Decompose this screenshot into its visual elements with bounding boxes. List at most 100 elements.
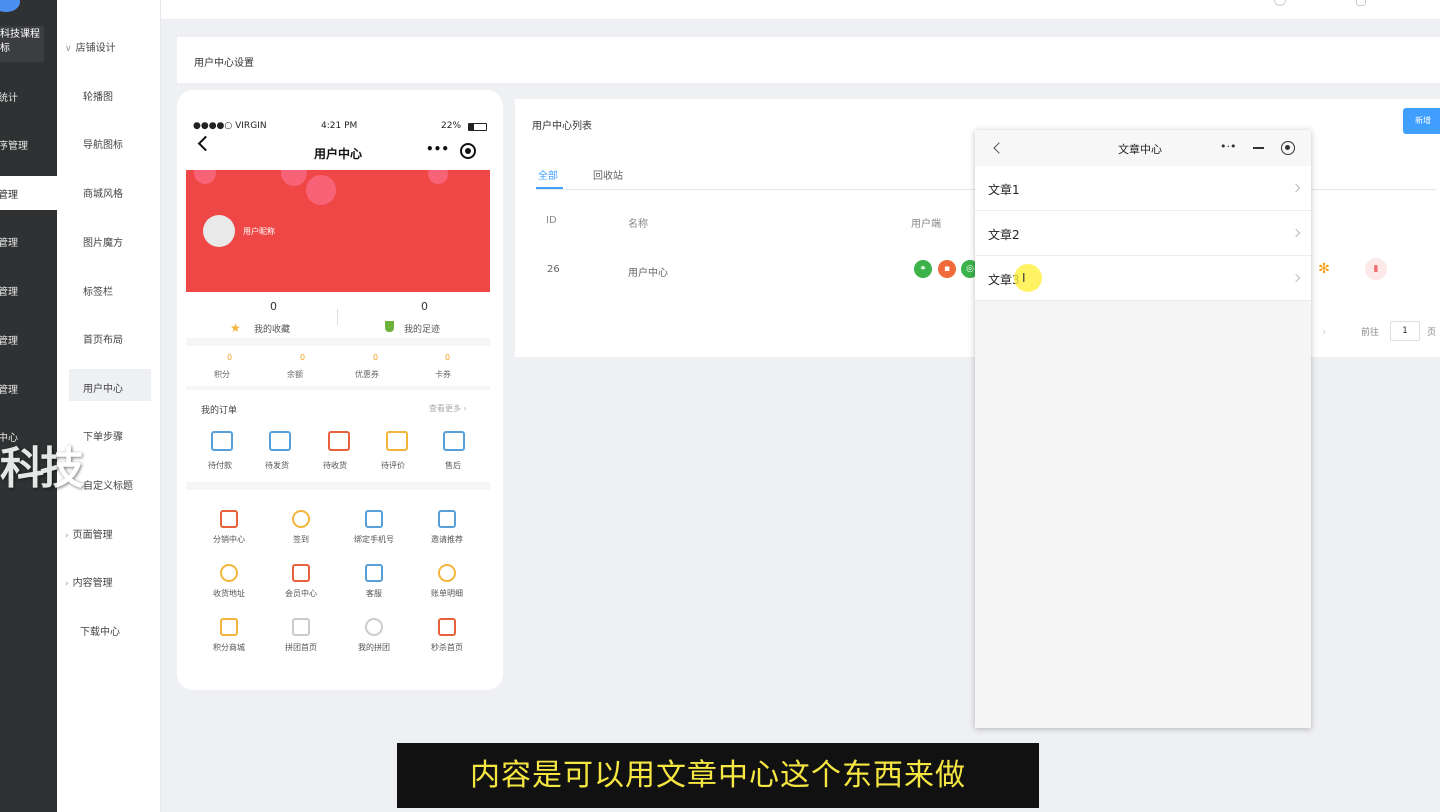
top-header <box>161 0 1440 20</box>
back-icon[interactable] <box>197 135 214 152</box>
trash-icon[interactable]: ▮ <box>1365 258 1387 280</box>
service-grid-label[interactable]: 客服 <box>366 588 382 599</box>
asset-coupon-label[interactable]: 优惠券 <box>355 369 379 380</box>
service-grid-label[interactable]: 分销中心 <box>213 534 245 545</box>
sidebar-item-manage-4[interactable]: 管理 <box>0 381 18 396</box>
section-divider <box>186 338 490 346</box>
tab-all[interactable]: 全部 <box>538 167 558 182</box>
menu-item-tabbar[interactable]: 标签栏 <box>83 283 113 298</box>
popup-header: 文章中心 •·• <box>975 130 1311 166</box>
menu-item-download[interactable]: 下载中心 <box>80 623 120 638</box>
sidebar-item-manage-1[interactable]: 管理 <box>0 234 18 249</box>
menu-item-image-cube[interactable]: 图片魔方 <box>83 234 123 249</box>
order-after-sale[interactable]: 售后 <box>445 460 461 471</box>
service-grid-label[interactable]: 秒杀首页 <box>431 642 463 653</box>
service-grid-label[interactable]: 邀请推荐 <box>431 534 463 545</box>
article-item[interactable]: 文章1 <box>975 166 1311 211</box>
delete-icon[interactable]: ▪ <box>938 260 956 278</box>
orders-more-link[interactable]: 查看更多 › <box>429 403 467 414</box>
service-grid-label[interactable]: 签到 <box>293 534 309 545</box>
menu-item-user-center[interactable]: 用户中心 <box>83 380 123 395</box>
menu-item-custom-title[interactable]: 自定义标题 <box>83 477 133 492</box>
sidebar-item-active-label: 管理 <box>0 190 18 201</box>
back-icon[interactable] <box>993 142 1005 154</box>
more-icon[interactable]: •·• <box>1220 140 1236 153</box>
secondary-menu: ∨ 店铺设计 轮播图 导航图标 商城风格 图片魔方 标签栏 首页布局 用户中心 下… <box>57 0 161 812</box>
service-grid-label[interactable]: 收货地址 <box>213 588 245 599</box>
sidebar-item-active[interactable]: 管理 <box>0 176 57 210</box>
next-page-icon[interactable]: › <box>1322 325 1326 338</box>
menu-group-content[interactable]: › 内容管理 <box>65 574 113 589</box>
section-divider <box>186 482 490 490</box>
order-pending-receive[interactable]: 待收货 <box>323 460 347 471</box>
stat-divider <box>337 309 338 325</box>
avatar[interactable] <box>203 215 235 247</box>
menu-item-order-steps[interactable]: 下单步骤 <box>83 428 123 443</box>
close-capsule-icon[interactable] <box>460 143 476 159</box>
order-pending-review[interactable]: 待评价 <box>381 460 405 471</box>
menu-group-page[interactable]: › 页面管理 <box>65 526 113 541</box>
row-name: 用户中心 <box>628 268 668 279</box>
col-id-header: ID <box>546 215 557 226</box>
sidebar-item-manage-3[interactable]: 管理 <box>0 332 18 347</box>
group-icon <box>365 618 383 636</box>
text-cursor-icon: I <box>1022 271 1026 285</box>
new-button[interactable]: 新增 <box>1403 108 1440 134</box>
truck-icon <box>328 431 350 451</box>
asset-coupon-num: 0 <box>373 353 379 362</box>
menu-item-nav-icons[interactable]: 导航图标 <box>83 136 123 151</box>
service-grid-label[interactable]: 账单明细 <box>431 588 463 599</box>
service-grid-label[interactable]: 积分商城 <box>213 642 245 653</box>
banner-bubble <box>281 170 307 186</box>
article-item-title: 文章1 <box>988 183 1020 197</box>
asset-card-num: 0 <box>445 353 451 362</box>
tab-active-indicator <box>536 187 563 189</box>
group-icon <box>292 618 310 636</box>
menu-group-page-label: 页面管理 <box>72 530 113 541</box>
location-icon <box>220 564 238 582</box>
asset-balance-label[interactable]: 余额 <box>287 369 303 380</box>
tab-recycle-bin[interactable]: 回收站 <box>593 167 623 182</box>
gear-icon[interactable]: ✻ <box>1315 260 1333 278</box>
footprint-label[interactable]: 我的足迹 <box>404 322 440 335</box>
chevron-down-icon: ∨ <box>65 44 72 54</box>
wallet-icon <box>211 431 233 451</box>
favorites-label[interactable]: 我的收藏 <box>254 322 290 335</box>
brand-block: 科技课程 标 <box>0 26 44 62</box>
menu-group-store[interactable]: ∨ 店铺设计 <box>65 39 116 54</box>
menu-item-carousel[interactable]: 轮播图 <box>83 88 113 103</box>
menu-group-store-label: 店铺设计 <box>75 43 116 54</box>
sidebar-item-manage-2[interactable]: 管理 <box>0 283 18 298</box>
pager-page-input[interactable]: 1 <box>1390 321 1420 341</box>
sidebar-item-stats[interactable]: 统计 <box>0 89 18 104</box>
row-id: 26 <box>547 264 560 275</box>
order-pending-pay[interactable]: 待付款 <box>208 460 232 471</box>
cursor-highlight <box>1014 264 1042 292</box>
service-grid-label[interactable]: 我的拼团 <box>358 642 390 653</box>
service-grid-label[interactable]: 会员中心 <box>285 588 317 599</box>
close-capsule-icon[interactable] <box>1281 141 1295 155</box>
menu-item-home-layout[interactable]: 首页布局 <box>83 331 123 346</box>
phone-icon <box>365 510 383 528</box>
banner-bubble <box>306 175 336 205</box>
footprint-count: 0 <box>421 300 428 313</box>
user-icon[interactable] <box>1356 0 1366 6</box>
link-icon[interactable]: ⚭ <box>914 260 932 278</box>
help-icon[interactable] <box>1274 0 1286 6</box>
asset-points-label[interactable]: 积分 <box>214 369 230 380</box>
bill-icon <box>438 564 456 582</box>
username: 用户昵称 <box>243 227 275 236</box>
menu-group-content-label: 内容管理 <box>72 578 113 589</box>
minimize-icon[interactable] <box>1253 147 1264 149</box>
refund-icon <box>443 431 465 451</box>
service-grid-label[interactable]: 拼团首页 <box>285 642 317 653</box>
order-pending-ship[interactable]: 待发货 <box>265 460 289 471</box>
service-grid-label[interactable]: 绑定手机号 <box>354 534 394 545</box>
sidebar-item-program[interactable]: 序管理 <box>0 137 28 152</box>
watermark-text: 科技 <box>0 443 84 494</box>
asset-card-label[interactable]: 卡券 <box>435 369 451 380</box>
package-icon <box>269 431 291 451</box>
menu-item-style[interactable]: 商城风格 <box>83 185 123 200</box>
more-icon[interactable]: ••• <box>426 142 449 156</box>
article-item[interactable]: 文章2 <box>975 211 1311 256</box>
